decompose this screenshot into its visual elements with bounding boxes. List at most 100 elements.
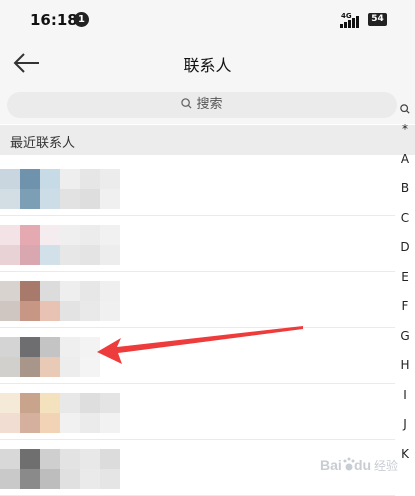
index-letter-e[interactable]: E [395, 270, 415, 284]
avatar-pixel [0, 189, 20, 209]
name-pixel [60, 337, 80, 357]
index-letter-a[interactable]: A [395, 152, 415, 166]
avatar-pixel [40, 413, 60, 433]
avatar-pixel [40, 245, 60, 265]
name-pixel [100, 245, 120, 265]
name-pixel [100, 189, 120, 209]
avatar-pixel [20, 393, 40, 413]
name-pixel [80, 281, 100, 301]
avatar-pixel [20, 281, 40, 301]
contact-row[interactable] [0, 216, 395, 272]
app-header: 联系人 [0, 40, 415, 88]
avatar-pixel [20, 357, 40, 377]
search-icon [181, 98, 193, 109]
avatar-pixel [40, 449, 60, 469]
name-pixel [80, 413, 100, 433]
avatar-pixel [40, 281, 60, 301]
baidu-paw-icon [343, 457, 355, 471]
index-search-icon[interactable] [400, 104, 410, 114]
avatar-pixel [40, 337, 60, 357]
avatar-pixel [0, 281, 20, 301]
avatar-pixel [0, 449, 20, 469]
status-time: 16:18 [30, 11, 78, 29]
contact-row[interactable] [0, 272, 395, 328]
section-label: 最近联系人 [10, 136, 76, 151]
avatar-pixel [20, 337, 40, 357]
search-placeholder: 搜索 [196, 97, 223, 112]
svg-text:经验: 经验 [374, 458, 398, 473]
recent-contacts-header: 最近联系人 [0, 125, 415, 155]
avatar-pixel [20, 169, 40, 189]
battery-icon: 54 [368, 13, 387, 26]
index-letter-j[interactable]: J [395, 417, 415, 431]
name-pixel [60, 281, 80, 301]
name-pixel [100, 225, 120, 245]
avatar-pixel [0, 393, 20, 413]
name-pixel [60, 449, 80, 469]
name-pixel [100, 281, 120, 301]
avatar-pixel [40, 469, 60, 489]
name-pixel [80, 169, 100, 189]
avatar-pixel [0, 413, 20, 433]
avatar [0, 449, 60, 489]
name-pixel [100, 301, 120, 321]
index-letter-i[interactable]: I [395, 388, 415, 402]
red-arrow-icon [97, 326, 303, 364]
index-letter-h[interactable]: H [395, 358, 415, 372]
avatar-pixel [40, 189, 60, 209]
name-pixel [80, 245, 100, 265]
name-pixel [60, 189, 80, 209]
avatar-pixel [20, 413, 40, 433]
search-input[interactable]: 搜索 [7, 92, 397, 118]
svg-text:du: du [354, 457, 371, 473]
name-pixel [60, 301, 80, 321]
avatar-pixel [0, 169, 20, 189]
avatar [0, 281, 60, 321]
contact-row[interactable] [0, 160, 395, 216]
index-letter-c[interactable]: C [395, 211, 415, 225]
avatar-pixel [40, 169, 60, 189]
name-pixel [80, 225, 100, 245]
avatar-pixel [0, 301, 20, 321]
name-pixel [100, 449, 120, 469]
name-pixel [60, 357, 80, 377]
name-pixel [60, 413, 80, 433]
index-letter-f[interactable]: F [395, 299, 415, 313]
avatar-pixel [20, 189, 40, 209]
status-bar: 16:18 1 4G 54 [0, 0, 415, 40]
contact-row[interactable] [0, 384, 395, 440]
name-pixel [80, 301, 100, 321]
index-letter-b[interactable]: B [395, 181, 415, 195]
index-letter-g[interactable]: G [395, 329, 415, 343]
avatar-pixel [40, 393, 60, 413]
avatar-pixel [40, 301, 60, 321]
baidu-watermark: Bai du 经验 [320, 457, 398, 473]
name-pixel [60, 469, 80, 489]
avatar-pixel [20, 225, 40, 245]
avatar-pixel [40, 225, 60, 245]
alphabet-index[interactable]: * A B C D E F G H I J K [395, 96, 415, 478]
name-pixel [80, 189, 100, 209]
name-pixel [100, 413, 120, 433]
name-pixel [100, 393, 120, 413]
name-pixel [100, 469, 120, 489]
avatar [0, 337, 60, 377]
name-pixel [100, 169, 120, 189]
name-pixel [60, 245, 80, 265]
avatar [0, 169, 60, 209]
index-letter-star[interactable]: * [395, 122, 415, 136]
avatar [0, 225, 60, 265]
name-pixel [60, 169, 80, 189]
avatar-pixel [20, 245, 40, 265]
notification-badge-icon: 1 [74, 12, 89, 27]
name-pixel [60, 393, 80, 413]
avatar-pixel [20, 469, 40, 489]
search-area: 搜索 [0, 88, 415, 124]
avatar-pixel [0, 357, 20, 377]
name-pixel [80, 393, 100, 413]
index-letter-d[interactable]: D [395, 240, 415, 254]
avatar-pixel [0, 245, 20, 265]
avatar-pixel [20, 301, 40, 321]
avatar-pixel [20, 449, 40, 469]
signal-icon [340, 16, 359, 28]
